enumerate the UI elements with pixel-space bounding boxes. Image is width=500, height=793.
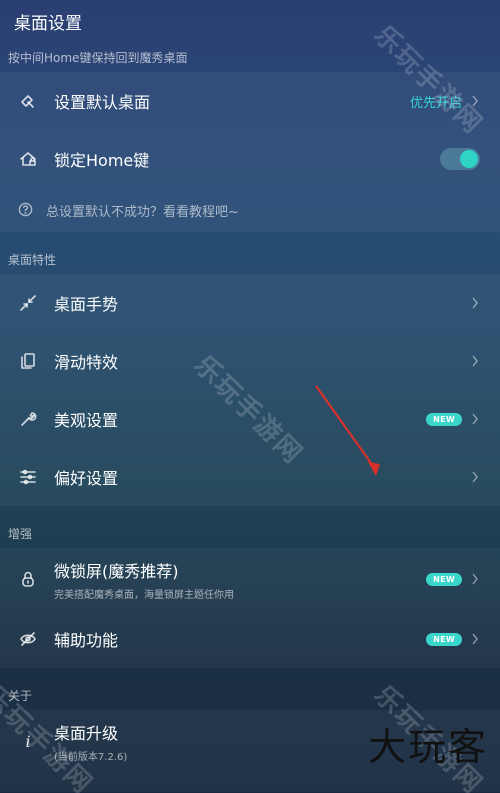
home-lock-icon — [18, 149, 38, 169]
wrench-icon — [18, 409, 38, 429]
lock-home-row: 锁定Home键 — [0, 130, 500, 188]
sliders-icon — [18, 467, 38, 487]
feature-label: 桌面手势 — [54, 295, 119, 314]
lockscreen-row[interactable]: 微锁屏(魔秀推荐) 完美搭配魔秀桌面，海量锁屏主题任你用 NEW — [0, 548, 500, 610]
broom-icon — [18, 91, 38, 111]
chevron-right-icon — [470, 297, 480, 309]
copy-pages-icon — [18, 351, 38, 371]
brand-watermark: 大玩客 — [367, 725, 488, 769]
set-default-desktop-label: 设置默认桌面 — [54, 93, 151, 112]
chevron-right-icon — [470, 471, 480, 483]
group-enhance: 微锁屏(魔秀推荐) 完美搭配魔秀桌面，海量锁屏主题任你用 NEW 辅助功能 NE… — [0, 548, 500, 668]
chevron-right-icon — [470, 633, 480, 645]
lock-home-label: 锁定Home键 — [54, 151, 150, 170]
chevron-right-icon — [470, 573, 480, 585]
section-header-enhance: 增强 — [8, 526, 33, 541]
lock-icon — [18, 569, 38, 589]
gesture-arrows-icon — [18, 293, 38, 313]
new-badge: NEW — [426, 632, 462, 646]
new-badge: NEW — [426, 572, 462, 586]
accessibility-label: 辅助功能 — [54, 631, 119, 650]
lockscreen-sub: 完美搭配魔秀桌面，海量锁屏主题任你用 — [54, 589, 234, 601]
title-bar: 桌面设置 — [0, 0, 500, 42]
accessibility-row[interactable]: 辅助功能 NEW — [0, 610, 500, 668]
feature-label: 偏好设置 — [54, 469, 119, 488]
section-header-features: 桌面特性 — [8, 252, 57, 267]
chevron-right-icon — [470, 355, 480, 367]
lockscreen-label: 微锁屏(魔秀推荐) — [54, 561, 179, 581]
tutorial-hint[interactable]: 总设置默认不成功？看看教程吧~ — [0, 188, 500, 232]
feature-item-gesture[interactable]: 桌面手势 — [0, 274, 500, 332]
lock-home-toggle[interactable] — [440, 148, 480, 170]
eye-off-icon — [18, 629, 38, 649]
feature-label: 滑动特效 — [54, 353, 119, 372]
feature-item-slide-effect[interactable]: 滑动特效 — [0, 332, 500, 390]
tutorial-hint-text: 总设置默认不成功？看看教程吧~ — [46, 204, 239, 220]
chevron-right-icon — [470, 413, 480, 425]
section-header-about: 关于 — [8, 688, 33, 703]
help-circle-icon — [18, 202, 34, 218]
page-title: 桌面设置 — [14, 13, 82, 34]
new-badge: NEW — [426, 412, 462, 426]
feature-item-preferences[interactable]: 偏好设置 — [0, 448, 500, 506]
toggle-knob — [460, 150, 478, 168]
